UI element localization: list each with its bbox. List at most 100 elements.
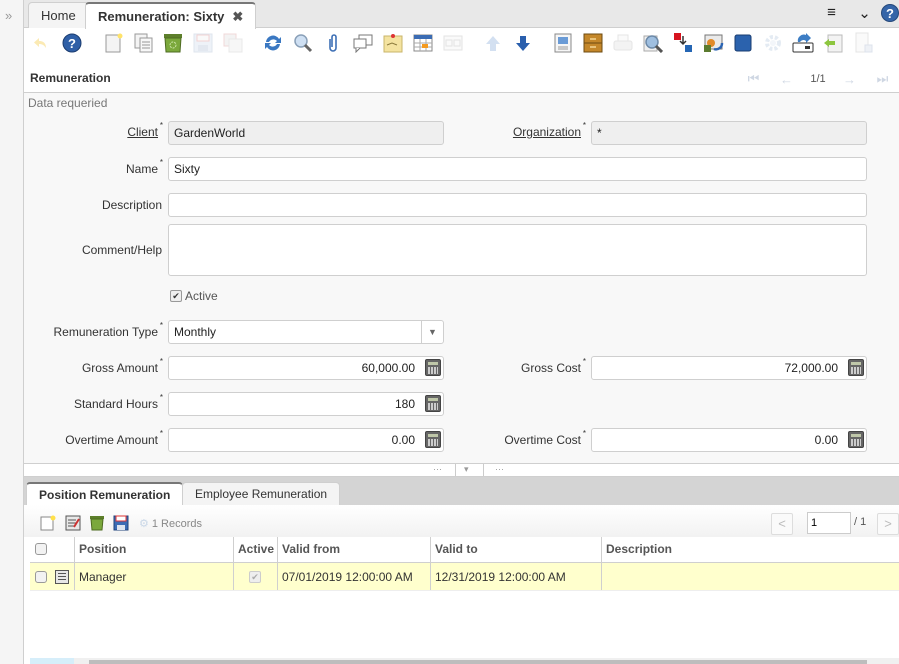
expand-panel-icon[interactable]: » (5, 8, 12, 23)
standard-hours-field[interactable]: 180 (168, 392, 444, 416)
next-record-icon[interactable]: → (833, 72, 866, 87)
calculator-icon[interactable] (848, 359, 864, 376)
active-label: Active (185, 289, 218, 303)
request-icon[interactable] (672, 32, 694, 54)
help-icon[interactable]: ? (61, 32, 83, 54)
column-header-active[interactable]: Active (234, 537, 278, 562)
column-header-valid-to[interactable]: Valid to (431, 537, 602, 562)
print-icon[interactable] (612, 32, 634, 54)
menu-icon[interactable]: ≡ (815, 4, 848, 22)
organization-field[interactable]: * (591, 121, 867, 145)
horizontal-scrollbar[interactable] (30, 658, 899, 664)
quick-form-icon[interactable] (852, 32, 874, 54)
edit-record-icon[interactable] (65, 515, 81, 531)
last-record-icon[interactable]: ⏭ (866, 71, 899, 87)
name-label-text: Name (125, 162, 158, 176)
workflow-icon[interactable] (702, 32, 724, 54)
calculator-icon[interactable] (848, 431, 864, 448)
delete-icon[interactable] (162, 32, 184, 54)
calculator-icon[interactable] (425, 431, 441, 448)
required-marker: * (159, 429, 163, 438)
select-all-checkbox[interactable] (35, 543, 47, 555)
import-icon[interactable] (822, 32, 844, 54)
previous-record-icon[interactable] (482, 32, 504, 54)
find-icon[interactable] (292, 32, 314, 54)
comment-help-field[interactable] (168, 224, 867, 276)
overtime-cost-field[interactable]: 0.00 (591, 428, 867, 452)
chat-icon[interactable] (352, 32, 374, 54)
save-icon[interactable] (192, 32, 214, 54)
splitter-toggle-icon[interactable]: ▾ (464, 464, 469, 475)
export-icon[interactable] (792, 32, 814, 54)
tab-remuneration[interactable]: Remuneration: Sixty ✖ (85, 2, 257, 29)
report-icon[interactable] (552, 32, 574, 54)
organization-label[interactable]: Organization * (513, 121, 586, 139)
required-marker: * (159, 321, 163, 330)
row-checkbox[interactable] (35, 571, 47, 583)
chevron-down-icon[interactable]: ▼ (421, 321, 443, 343)
save-new-icon[interactable] (222, 32, 244, 54)
product-info-icon[interactable] (732, 32, 754, 54)
cell-position[interactable]: Manager (75, 563, 234, 590)
tab-employee-remuneration[interactable]: Employee Remuneration (182, 482, 341, 506)
table-row[interactable]: Manager ✔ 07/01/2019 12:00:00 AM 12/31/2… (30, 563, 899, 591)
scrollbar-thumb[interactable] (89, 660, 867, 664)
cell-description[interactable] (602, 563, 899, 590)
copy-record-icon[interactable] (133, 32, 155, 54)
overtime-amount-field[interactable]: 0.00 (168, 428, 444, 452)
client-label[interactable]: Client * (127, 121, 163, 139)
active-checkbox[interactable]: ✔ (170, 290, 182, 302)
description-field[interactable] (168, 193, 867, 217)
gross-cost-field[interactable]: 72,000.00 (591, 356, 867, 380)
detail-tabbar: Position Remuneration Employee Remunerat… (24, 477, 899, 506)
cell-valid-from[interactable]: 07/01/2019 12:00:00 AM (278, 563, 431, 590)
undo-icon[interactable] (30, 32, 52, 54)
splitter-grip-right[interactable]: ··· (495, 464, 504, 474)
refresh-icon[interactable] (262, 32, 284, 54)
save-icon[interactable] (113, 515, 129, 531)
column-header-valid-from[interactable]: Valid from (278, 537, 431, 562)
client-field[interactable]: GardenWorld (168, 121, 444, 145)
splitter-grip-left[interactable]: ··· (433, 464, 442, 474)
status-message: Data requeried (28, 96, 108, 110)
gross-amount-field[interactable]: 60,000.00 (168, 356, 444, 380)
grid-toggle-icon[interactable] (412, 32, 434, 54)
zoom-across-icon[interactable] (642, 32, 664, 54)
tab-home[interactable]: Home (28, 2, 89, 28)
delete-icon[interactable] (89, 515, 105, 531)
new-record-icon[interactable] (103, 32, 125, 54)
select-all-cell (30, 537, 75, 562)
column-header-description[interactable]: Description (602, 537, 899, 562)
multi-view-icon[interactable] (442, 32, 464, 54)
standard-hours-value: 180 (394, 397, 415, 411)
comment-help-label: Comment/Help (81, 243, 162, 257)
active-checkbox: ✔ (249, 571, 261, 583)
name-field[interactable]: Sixty (168, 157, 867, 181)
next-record-icon[interactable] (512, 32, 534, 54)
splitter[interactable]: ··· ▾ ··· (24, 463, 899, 477)
new-record-icon[interactable] (40, 515, 56, 531)
column-header-position[interactable]: Position (75, 537, 234, 562)
calculator-icon[interactable] (425, 359, 441, 376)
archive-icon[interactable] (582, 32, 604, 54)
help-icon[interactable]: ? (881, 4, 899, 22)
first-record-icon[interactable]: ⏮ (737, 71, 770, 87)
tab-position-remuneration[interactable]: Position Remuneration (26, 482, 184, 506)
note-icon[interactable] (382, 32, 404, 54)
process-icon[interactable] (762, 32, 784, 54)
required-marker: * (159, 357, 163, 366)
close-icon[interactable]: ✖ (232, 9, 243, 24)
attachment-icon[interactable] (322, 32, 344, 54)
cell-valid-to[interactable]: 12/31/2019 12:00:00 AM (431, 563, 602, 590)
collapse-icon[interactable]: ⌄ (848, 4, 881, 22)
form-title: Remuneration (30, 71, 111, 85)
pager-page-input[interactable] (807, 512, 851, 534)
pager-prev-button[interactable]: < (771, 513, 793, 535)
calculator-icon[interactable] (425, 395, 441, 412)
main-toolbar: ? (24, 29, 899, 59)
gross-cost-label: Gross Cost * (521, 357, 586, 375)
remuneration-type-select[interactable]: Monthly ▼ (168, 320, 444, 344)
pager-next-button[interactable]: > (877, 513, 899, 535)
edit-row-icon[interactable] (55, 570, 69, 584)
previous-record-icon[interactable]: ← (770, 72, 803, 87)
